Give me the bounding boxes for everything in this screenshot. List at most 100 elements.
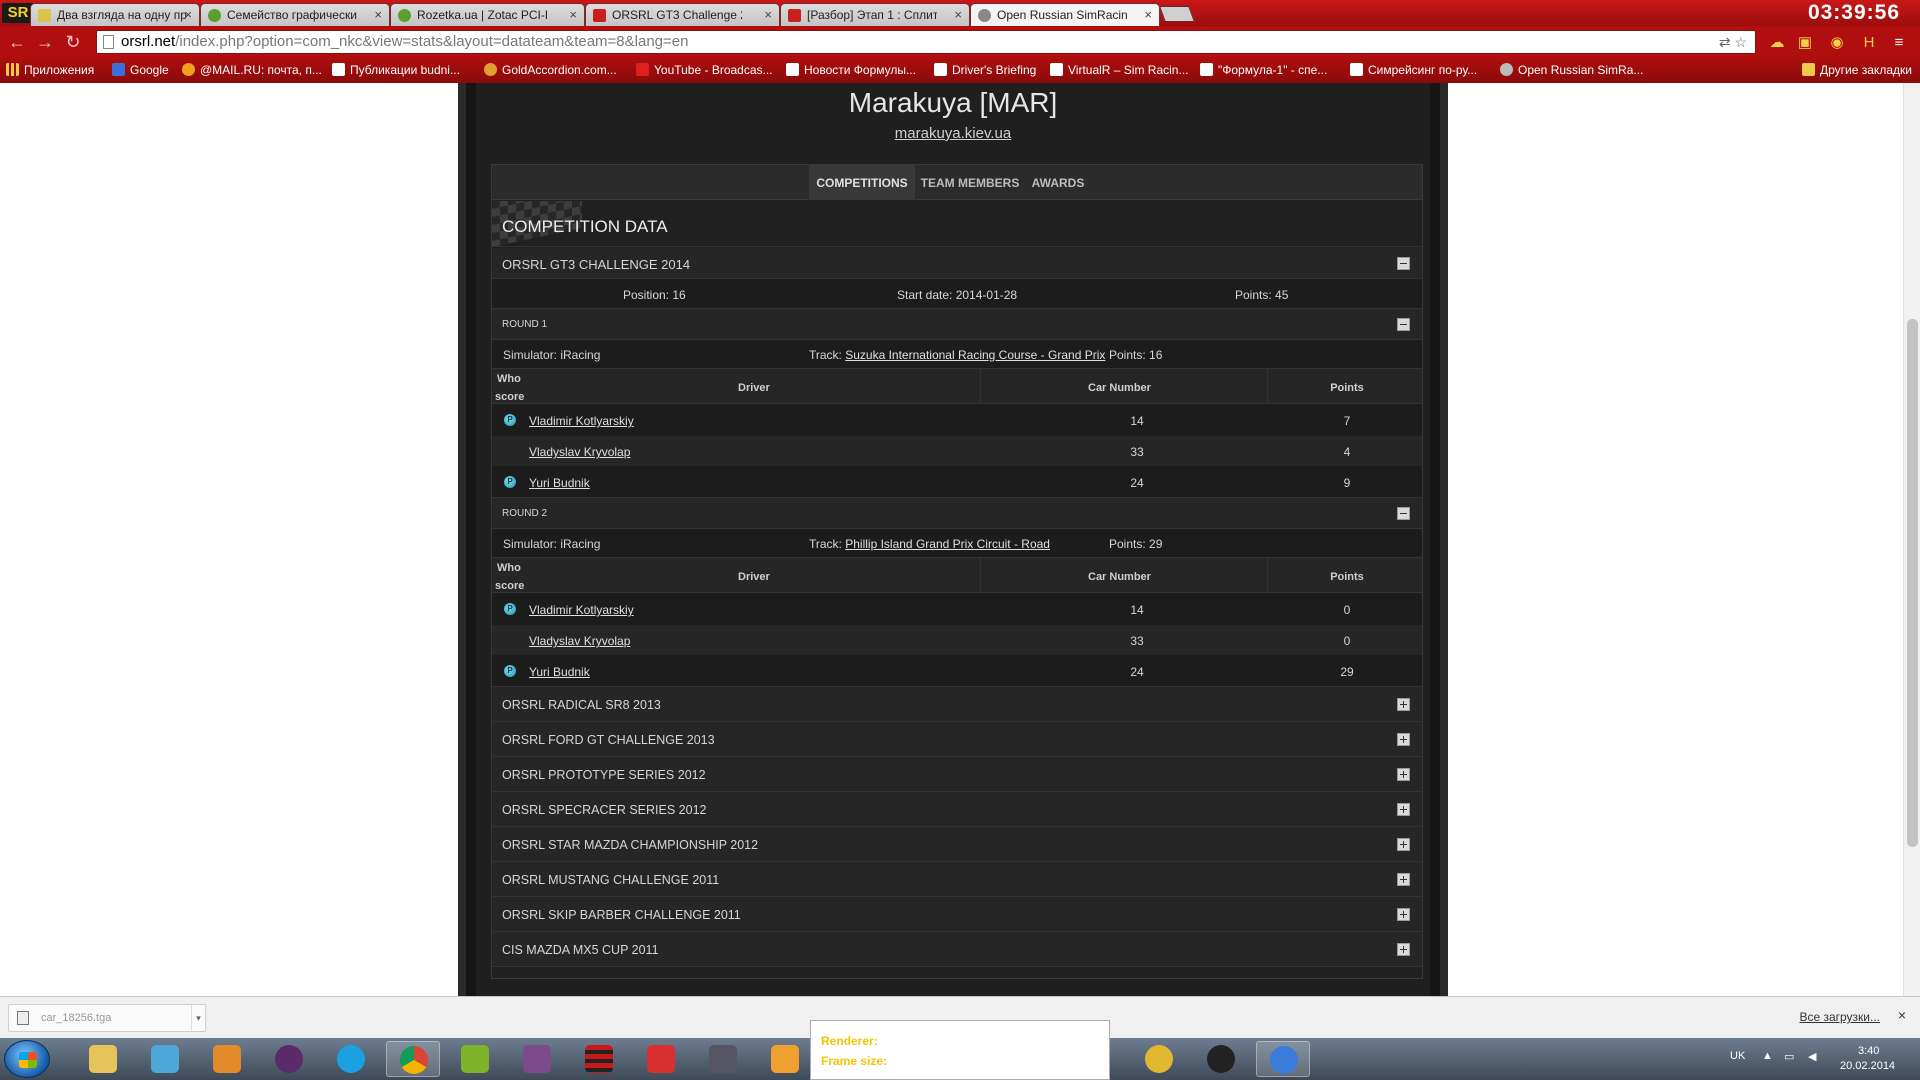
game-taskbar-button[interactable] <box>510 1041 564 1077</box>
menu-icon[interactable]: ≡ <box>1890 34 1908 52</box>
network-icon[interactable]: ▭ <box>1784 1050 1794 1063</box>
alien-taskbar-button[interactable] <box>1194 1041 1248 1077</box>
wheel-taskbar-button[interactable] <box>1132 1041 1186 1077</box>
expand-icon[interactable] <box>1397 698 1410 711</box>
driver-link[interactable]: Vladyslav Kryvolap <box>529 634 630 648</box>
tab-team-members[interactable]: TEAM MEMBERS <box>915 165 1025 200</box>
competition-header-star-mazda[interactable]: ORSRL STAR MAZDA CHAMPIONSHIP 2012 <box>492 827 1422 862</box>
collapse-icon[interactable] <box>1397 507 1410 520</box>
bookmark-apps[interactable]: Приложения <box>6 62 94 79</box>
competition-header-mx5[interactable]: CIS MAZDA MX5 CUP 2011 <box>492 932 1422 967</box>
bookmark-f1news[interactable]: Новости Формулы... <box>786 62 916 79</box>
skype-taskbar-button[interactable] <box>324 1041 378 1077</box>
tray-arrow-icon[interactable]: ▲ <box>1762 1050 1773 1062</box>
bookmark-other[interactable]: Другие закладки <box>1802 62 1912 79</box>
window-taskbar-button[interactable] <box>138 1041 192 1077</box>
bookmark-goldaccordion[interactable]: GoldAccordion.com... <box>484 62 617 79</box>
driver-link[interactable]: Vladimir Kotlyarskiy <box>529 414 634 428</box>
all-downloads-link[interactable]: Все загрузки... <box>1799 1010 1880 1024</box>
tab-awards[interactable]: AWARDS <box>1025 165 1091 200</box>
tab-close-icon[interactable]: × <box>569 7 577 22</box>
round-2-header[interactable]: ROUND 2 <box>492 498 1422 529</box>
competition-header-ford-gt[interactable]: ORSRL FORD GT CHALLENGE 2013 <box>492 722 1422 757</box>
browser-tab-1[interactable]: Два взгляда на одну про... × <box>30 3 200 26</box>
bookmark-youtube[interactable]: YouTube - Broadcas... <box>636 62 773 79</box>
browser-tab-3[interactable]: Rozetka.ua | Zotac PCI-E... × <box>390 3 585 26</box>
page-scrollbar[interactable] <box>1903 83 1920 996</box>
round-2-track-link[interactable]: Phillip Island Grand Prix Circuit - Road <box>845 537 1050 551</box>
explorer-taskbar-button[interactable] <box>76 1041 130 1077</box>
address-bar[interactable]: orsrl.net/index.php?option=com_nkc&view=… <box>96 30 1756 54</box>
spark-taskbar-button[interactable] <box>696 1041 750 1077</box>
tab-close-icon[interactable]: × <box>374 7 382 22</box>
collapse-icon[interactable] <box>1397 318 1410 331</box>
bookmark-orsrl[interactable]: Open Russian SimRa... <box>1500 62 1643 79</box>
team-website-link[interactable]: marakuya.kiev.ua <box>476 125 1430 142</box>
driver-link[interactable]: Vladimir Kotlyarskiy <box>529 603 634 617</box>
browser-tab-5[interactable]: [Разбор] Этап 1 : Сплит 1... × <box>780 3 970 26</box>
round-1-header[interactable]: ROUND 1 <box>492 309 1422 340</box>
forward-arrow-icon[interactable]: → <box>34 31 56 53</box>
reload-icon[interactable]: ↻ <box>62 31 84 53</box>
tray-time[interactable]: 3:40 <box>1858 1045 1879 1057</box>
translate-star-icons[interactable]: ⇄ ☆ <box>1719 31 1747 53</box>
iracing-taskbar-button[interactable] <box>1256 1041 1310 1077</box>
image-tool-taskbar-button[interactable] <box>758 1041 812 1077</box>
expand-icon[interactable] <box>1397 803 1410 816</box>
competition-header-specracer[interactable]: ORSRL SPECRACER SERIES 2012 <box>492 792 1422 827</box>
bookmark-google[interactable]: Google <box>112 62 169 79</box>
back-arrow-icon[interactable]: ← <box>6 31 28 53</box>
collapse-icon[interactable] <box>1397 257 1410 270</box>
expand-icon[interactable] <box>1397 908 1410 921</box>
new-tab-button[interactable] <box>1159 6 1195 22</box>
browser-tab-2[interactable]: Семейство графически... × <box>200 3 390 26</box>
start-button[interactable] <box>4 1040 50 1078</box>
bookmark-formula1[interactable]: "Формула-1" - спе... <box>1200 62 1327 79</box>
tab-competitions[interactable]: COMPETITIONS <box>809 165 915 200</box>
driver-link[interactable]: Vladyslav Kryvolap <box>529 445 630 459</box>
expand-icon[interactable] <box>1397 873 1410 886</box>
habr-extension-icon[interactable]: H <box>1860 34 1878 52</box>
dropdown-arrow-icon[interactable]: ▾ <box>191 1005 205 1031</box>
expand-icon[interactable] <box>1397 733 1410 746</box>
bookmark-mailru[interactable]: @MAIL.RU: почта, п... <box>182 62 322 79</box>
rfactor-taskbar-button[interactable] <box>572 1041 626 1077</box>
competition-header-prototype[interactable]: ORSRL PROTOTYPE SERIES 2012 <box>492 757 1422 792</box>
competition-header-gt3[interactable]: ORSRL GT3 CHALLENGE 2014 <box>492 248 1422 279</box>
download-item[interactable]: car_18256.tga ▾ <box>8 1004 206 1032</box>
bookmark-simracing-ru[interactable]: Симрейсинг по-ру... <box>1350 62 1477 79</box>
browser-tab-4[interactable]: ORSRL GT3 Challenge 20... × <box>585 3 780 26</box>
language-indicator[interactable]: UK <box>1730 1050 1745 1062</box>
driver-link[interactable]: Yuri Budnik <box>529 476 590 490</box>
competition-header-skip-barber[interactable]: ORSRL SKIP BARBER CHALLENGE 2011 <box>492 897 1422 932</box>
expand-icon[interactable] <box>1397 768 1410 781</box>
tab-close-icon[interactable]: × <box>954 7 962 22</box>
expand-icon[interactable] <box>1397 943 1410 956</box>
expand-icon[interactable] <box>1397 838 1410 851</box>
bookmark-virtualr[interactable]: VirtualR – Sim Racin... <box>1050 62 1189 79</box>
browser-tab-6-active[interactable]: Open Russian SimRacing × <box>970 3 1160 26</box>
tray-date[interactable]: 20.02.2014 <box>1840 1060 1895 1072</box>
app-taskbar-button[interactable] <box>262 1041 316 1077</box>
tab-close-icon[interactable]: × <box>184 7 192 22</box>
racing-app-taskbar-button[interactable] <box>634 1041 688 1077</box>
competition-header-radical[interactable]: ORSRL RADICAL SR8 2013 <box>492 687 1422 722</box>
driver-link[interactable]: Yuri Budnik <box>529 665 590 679</box>
media-player-taskbar-button[interactable] <box>200 1041 254 1077</box>
age-extension-icon[interactable]: ▣ <box>1796 34 1814 52</box>
round-1-track-link[interactable]: Suzuka International Racing Course - Gra… <box>845 348 1105 362</box>
gpu-tool-taskbar-button[interactable] <box>448 1041 502 1077</box>
weather-extension-icon[interactable]: ☁ <box>1768 34 1786 52</box>
table-row: P Vladimir Kotlyarskiy 14 7 <box>492 404 1422 436</box>
tab-close-icon[interactable]: × <box>1144 7 1152 22</box>
round-1-info: Simulator: iRacing Track: Suzuka Interna… <box>492 340 1422 369</box>
volume-icon[interactable]: ◀ <box>1808 1050 1816 1063</box>
bookmark-budni[interactable]: Публикации budni... <box>332 62 460 79</box>
camera-extension-icon[interactable]: ◉ <box>1828 34 1846 52</box>
chrome-taskbar-button[interactable] <box>386 1041 440 1077</box>
tab-close-icon[interactable]: × <box>764 7 772 22</box>
scrollbar-thumb[interactable] <box>1907 319 1918 847</box>
competition-header-mustang[interactable]: ORSRL MUSTANG CHALLENGE 2011 <box>492 862 1422 897</box>
bookmark-drivers-briefing[interactable]: Driver's Briefing <box>934 62 1036 79</box>
close-downloads-icon[interactable]: × <box>1898 1007 1906 1023</box>
